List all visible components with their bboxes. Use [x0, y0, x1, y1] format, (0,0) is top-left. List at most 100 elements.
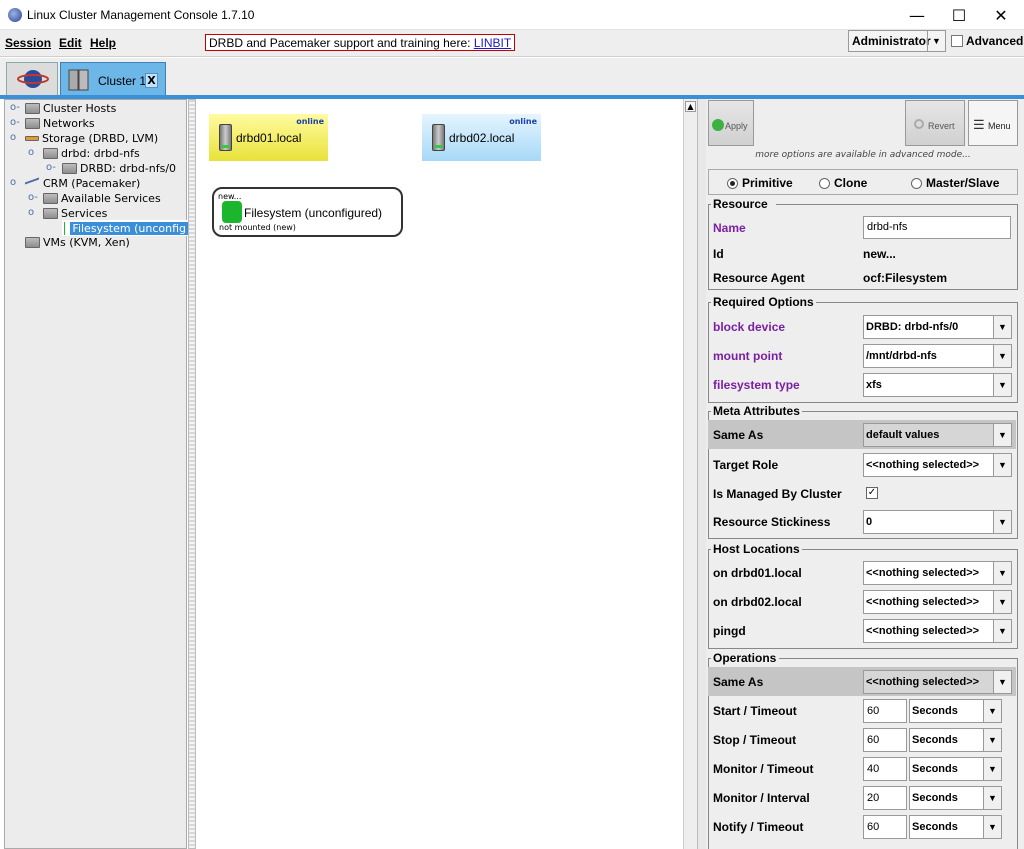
op-value-input[interactable]: 60 [863, 815, 907, 839]
scroll-up-icon[interactable]: ▲ [685, 101, 696, 112]
chevron-down-icon[interactable]: ▼ [927, 31, 945, 51]
advanced-hint: more options are available in advanced m… [755, 150, 971, 160]
tree-label: Networks [43, 117, 95, 130]
window-title: Linux Cluster Management Console 1.7.10 [27, 8, 255, 22]
radio-clone[interactable]: Clone [819, 176, 867, 190]
advanced-toggle[interactable]: Advanced [951, 34, 1023, 48]
tree-item-vms[interactable]: VMs (KVM, Xen) [25, 235, 130, 250]
op-label: Notify / Timeout [713, 820, 804, 834]
menu-button[interactable]: ☰ Menu [968, 100, 1018, 146]
op-label: Start / Timeout [713, 704, 797, 718]
op-value-input[interactable]: 40 [863, 757, 907, 781]
tree-handle-icon[interactable]: o [10, 177, 16, 188]
tree-handle-icon[interactable]: o- [10, 117, 20, 128]
section-title-resource: Resource [711, 197, 770, 211]
tree-item-drbd-volume[interactable]: DRBD: drbd-nfs/0 [62, 161, 176, 176]
menu-help[interactable]: Help [90, 36, 116, 50]
tab-cluster-1[interactable]: Cluster 1 X [60, 62, 166, 96]
tab-home[interactable] [6, 62, 58, 96]
tree-label: DRBD: drbd-nfs/0 [80, 162, 177, 175]
chevron-down-icon: ▼ [993, 620, 1011, 642]
tree-handle-icon[interactable]: o [28, 147, 34, 158]
server-group-icon [68, 69, 89, 91]
row-op-same-as: Same As <<nothing selected>> ▼ [708, 667, 1016, 696]
stickiness-select[interactable]: 0 ▼ [863, 510, 1012, 534]
tree-item-networks[interactable]: Networks [25, 116, 95, 131]
tab-cluster-label: Cluster 1 [98, 74, 147, 88]
tree-handle-icon[interactable]: o- [28, 192, 38, 203]
tree-item-cluster-hosts[interactable]: Cluster Hosts [25, 101, 116, 116]
chevron-down-icon: ▼ [983, 758, 1001, 780]
chevron-down-icon: ▼ [993, 424, 1011, 446]
tree-label: drbd: drbd-nfs [61, 147, 140, 160]
agent-label: Resource Agent [713, 271, 805, 285]
section-line [776, 204, 1018, 205]
graph-scrollbar[interactable]: ▲ [683, 99, 697, 849]
op-value-input[interactable]: 60 [863, 728, 907, 752]
tree-handle-icon[interactable]: o- [46, 162, 56, 173]
tree-item-crm[interactable]: CRM (Pacemaker) [25, 176, 140, 191]
managed-checkbox[interactable]: ✓ [866, 487, 878, 499]
name-input[interactable]: drbd-nfs [863, 216, 1011, 239]
apply-button[interactable]: Apply [708, 100, 754, 146]
op-same-as-select[interactable]: <<nothing selected>> ▼ [863, 670, 1012, 694]
chevron-down-icon: ▼ [993, 671, 1011, 693]
server-icon [219, 124, 232, 151]
right-splitter[interactable] [697, 99, 706, 849]
tree-handle-icon[interactable]: o- [10, 102, 20, 113]
op-unit-select[interactable]: Seconds ▼ [909, 815, 1002, 839]
target-role-select[interactable]: <<nothing selected>> ▼ [863, 453, 1012, 477]
tree-handle-icon[interactable]: o [28, 207, 34, 218]
folder-icon [25, 118, 40, 129]
block-device-select[interactable]: DRBD: drbd-nfs/0 ▼ [863, 315, 1012, 339]
op-value-input[interactable]: 60 [863, 699, 907, 723]
radio-primitive[interactable]: Primitive [727, 176, 793, 190]
folder-icon [25, 237, 40, 248]
close-tab-icon[interactable]: X [145, 73, 158, 88]
op-value-input[interactable]: 20 [863, 786, 907, 810]
role-select[interactable]: Administrator ▼ [848, 30, 946, 52]
row-mount-point: mount point /mnt/drbd-nfs ▼ [708, 341, 1016, 370]
service-node-filesystem[interactable]: new... Filesystem (unconfigured) not mou… [212, 187, 403, 237]
host-name: drbd02.local [449, 131, 515, 145]
minimize-button[interactable]: — [896, 0, 938, 30]
fs-type-select[interactable]: xfs ▼ [863, 373, 1012, 397]
op-unit-select[interactable]: Seconds ▼ [909, 757, 1002, 781]
check-icon [712, 119, 724, 131]
tree-item-filesystem[interactable]: Filesystem (unconfig [62, 220, 188, 236]
tree-item-services[interactable]: Services [43, 206, 107, 221]
radio-master-slave[interactable]: Master/Slave [911, 176, 999, 190]
tree-handle-icon[interactable]: o [10, 132, 16, 143]
op-unit-select[interactable]: Seconds ▼ [909, 699, 1002, 723]
app-logo-icon [8, 8, 22, 22]
menu-session[interactable]: Session [5, 36, 51, 50]
revert-button[interactable]: Revert [905, 100, 965, 146]
host-node-drbd01[interactable]: online drbd01.local [209, 114, 328, 161]
tree-item-available-services[interactable]: Available Services [43, 191, 161, 206]
section-line [799, 411, 1018, 412]
loc-drbd02-select[interactable]: <<nothing selected>> ▼ [863, 590, 1012, 614]
revert-label: Revert [928, 121, 955, 131]
loc-pingd-select[interactable]: <<nothing selected>> ▼ [863, 619, 1012, 643]
linbit-link[interactable]: LINBIT [474, 36, 511, 50]
op-unit-select[interactable]: Seconds ▼ [909, 728, 1002, 752]
row-op-monitor-timeout: Monitor / Timeout 40 Seconds ▼ [708, 754, 1016, 783]
properties-panel: Apply Revert ☰ Menu more options are ava… [706, 99, 1024, 849]
maximize-button[interactable]: ☐ [938, 0, 980, 30]
row-fs-type: filesystem type xfs ▼ [708, 370, 1016, 399]
mount-point-select[interactable]: /mnt/drbd-nfs ▼ [863, 344, 1012, 368]
folder-icon [25, 103, 40, 114]
meta-same-as-select[interactable]: default values ▼ [863, 423, 1012, 447]
close-window-button[interactable]: ✕ [980, 0, 1022, 30]
chevron-down-icon: ▼ [993, 454, 1011, 476]
advanced-checkbox[interactable] [951, 35, 963, 47]
tree-item-storage[interactable]: Storage (DRBD, LVM) [25, 131, 158, 146]
left-splitter[interactable] [188, 99, 196, 849]
menu-edit[interactable]: Edit [59, 36, 82, 50]
loc-drbd01-select[interactable]: <<nothing selected>> ▼ [863, 561, 1012, 585]
op-unit-select[interactable]: Seconds ▼ [909, 786, 1002, 810]
host-node-drbd02[interactable]: online drbd02.local [422, 114, 541, 161]
crm-icon [25, 176, 39, 191]
target-role-label: Target Role [713, 458, 779, 472]
tree-item-drbd[interactable]: drbd: drbd-nfs [43, 146, 140, 161]
